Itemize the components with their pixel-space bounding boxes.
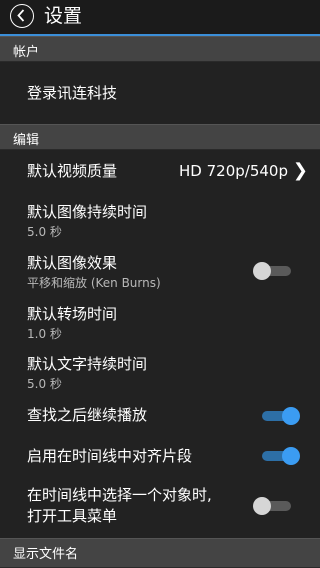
open-toolbox-toggle[interactable] xyxy=(253,495,295,517)
snap-to-timeline-label: 启用在时间线中对齐片段 xyxy=(27,447,193,465)
image-duration-label: 默认图像持续时间 xyxy=(27,203,148,221)
title-bar: 设置 xyxy=(0,0,320,36)
text-duration-value: 5.0 秒 xyxy=(27,377,62,391)
toggle-thumb xyxy=(282,407,300,425)
text-duration-row[interactable]: 默认文字持续时间 5.0 秒 xyxy=(0,346,320,396)
open-toolbox-label-line1: 在时间线中选择一个对象时, xyxy=(27,486,212,504)
section-title: 编辑 xyxy=(13,133,40,148)
transition-duration-label: 默认转场时间 xyxy=(27,305,118,323)
open-toolbox-label-line2: 打开工具菜单 xyxy=(27,507,118,525)
image-duration-value: 5.0 秒 xyxy=(27,225,62,239)
toggle-thumb xyxy=(253,497,271,515)
video-quality-label: 默认视频质量 xyxy=(27,162,118,180)
section-header-edit: 编辑 xyxy=(0,124,320,150)
chevron-right-icon: ❯ xyxy=(292,160,308,181)
back-button[interactable] xyxy=(10,4,34,28)
image-effect-row[interactable]: 默认图像效果 平移和缩放 (Ken Burns) xyxy=(0,244,320,296)
continue-playback-row[interactable]: 查找之后继续播放 xyxy=(0,396,320,436)
section-header-display-filename: 显示文件名 xyxy=(0,538,320,568)
image-effect-sub: 平移和缩放 (Ken Burns) xyxy=(27,276,161,290)
page-title: 设置 xyxy=(44,5,83,27)
login-row[interactable]: 登录讯连科技 xyxy=(0,62,320,124)
video-quality-row[interactable]: 默认视频质量 HD 720p/540p ❯ xyxy=(0,150,320,194)
continue-playback-toggle[interactable] xyxy=(258,405,300,427)
toggle-thumb xyxy=(282,447,300,465)
section-title: 显示文件名 xyxy=(13,547,79,562)
video-quality-value: HD 720p/540p xyxy=(179,162,288,180)
open-toolbox-row[interactable]: 在时间线中选择一个对象时, 打开工具菜单 xyxy=(0,476,320,538)
image-duration-row[interactable]: 默认图像持续时间 5.0 秒 xyxy=(0,194,320,244)
snap-to-timeline-row[interactable]: 启用在时间线中对齐片段 xyxy=(0,436,320,476)
toggle-thumb xyxy=(253,262,271,280)
snap-to-timeline-toggle[interactable] xyxy=(258,445,300,467)
text-duration-label: 默认文字持续时间 xyxy=(27,355,148,373)
transition-duration-value: 1.0 秒 xyxy=(27,327,62,341)
section-header-account: 帐户 xyxy=(0,36,320,62)
login-label: 登录讯连科技 xyxy=(27,84,118,102)
continue-playback-label: 查找之后继续播放 xyxy=(27,406,148,424)
transition-duration-row[interactable]: 默认转场时间 1.0 秒 xyxy=(0,296,320,346)
chevron-left-icon xyxy=(17,9,25,22)
section-title: 帐户 xyxy=(13,45,40,60)
image-effect-toggle[interactable] xyxy=(253,260,295,282)
image-effect-label: 默认图像效果 xyxy=(27,254,118,272)
